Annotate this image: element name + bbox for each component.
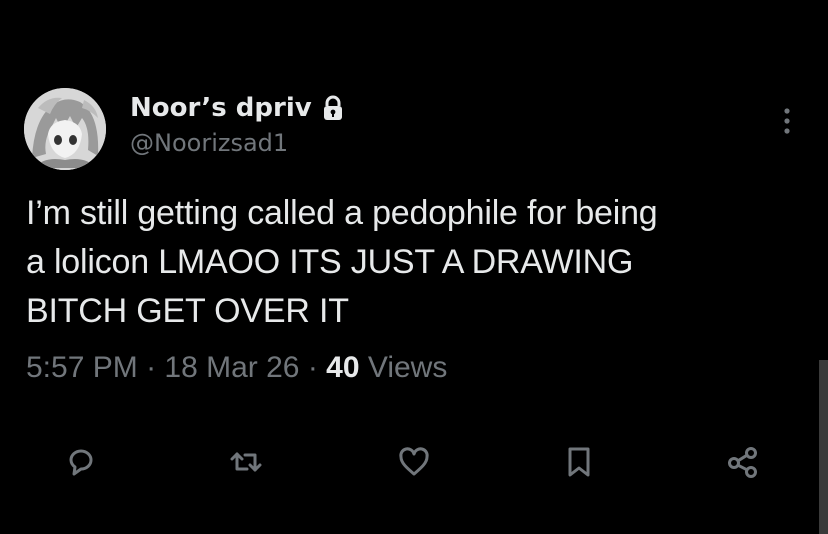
share-button[interactable] <box>719 438 767 486</box>
tweet-date[interactable]: 18 Mar 26 <box>164 351 299 384</box>
more-vertical-icon <box>784 108 790 134</box>
retweet-icon <box>230 452 262 472</box>
reply-button[interactable] <box>57 438 105 486</box>
tweet-time[interactable]: 5:57 PM <box>26 351 138 384</box>
share-icon <box>728 447 757 478</box>
tweet-text-line: a lolicon LMAOO ITS JUST A DRAWING <box>26 243 634 281</box>
display-name[interactable]: Noor’s dpriv <box>130 93 312 123</box>
action-bar <box>0 438 828 486</box>
views-label[interactable]: Views <box>360 351 448 384</box>
bookmark-button[interactable] <box>555 438 603 486</box>
author-handle[interactable]: @Noorizsad1 <box>130 129 288 157</box>
tweet-meta: 5:57 PM · 18 Mar 26 · 40 Views <box>26 351 447 385</box>
anime-avatar-image <box>24 88 106 170</box>
more-options-button[interactable] <box>776 104 798 138</box>
reply-icon <box>69 449 93 476</box>
meta-separator: · <box>137 351 165 384</box>
tweet-text: I’m still getting called a pedophile for… <box>26 189 806 336</box>
scrollbar[interactable] <box>819 360 828 534</box>
meta-separator: · <box>299 351 327 384</box>
author-name-row: Noor’s dpriv <box>130 90 344 126</box>
tweet: Noor’s dpriv @Noorizsad1 I’m still getti… <box>0 0 828 534</box>
retweet-button[interactable] <box>222 438 270 486</box>
lock-icon <box>322 95 344 121</box>
tweet-text-line: BITCH GET OVER IT <box>26 292 349 330</box>
bookmark-icon <box>568 447 590 477</box>
heart-icon <box>399 447 429 476</box>
avatar[interactable] <box>24 88 106 170</box>
like-button[interactable] <box>390 438 438 486</box>
views-count[interactable]: 40 <box>326 351 359 384</box>
tweet-text-line: I’m still getting called a pedophile for… <box>26 194 658 232</box>
